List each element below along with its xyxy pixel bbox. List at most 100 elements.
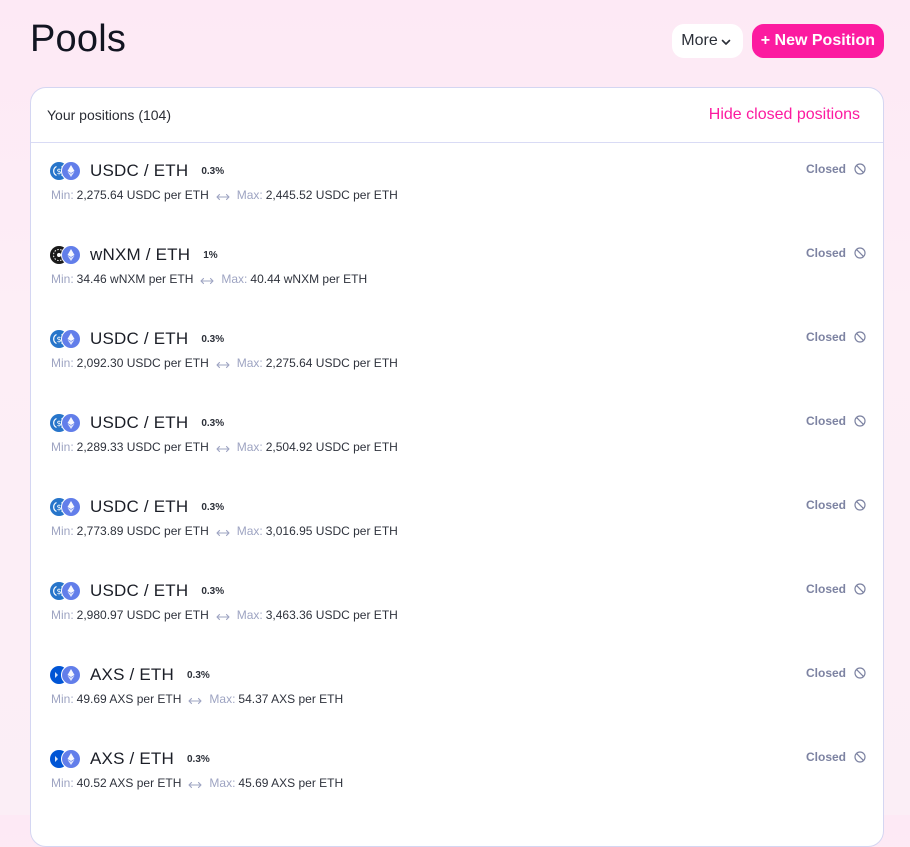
fee-tier: 0.3% xyxy=(201,417,225,429)
more-dropdown-button[interactable]: More xyxy=(672,24,743,58)
max-price: 2,445.52 USDC per ETH xyxy=(265,188,398,202)
eth-icon xyxy=(61,329,81,349)
status-badge: Closed xyxy=(806,162,866,176)
price-range: Min: 2,980.97 USDC per ETH Max: 3,463.36… xyxy=(50,608,867,622)
min-label: Min: xyxy=(51,692,74,706)
position-row[interactable]: $ USDC / ETH 0.3% Closed Min: 2,773.89 U… xyxy=(31,479,883,563)
closed-icon xyxy=(854,331,866,343)
position-row[interactable]: $ USDC / ETH 0.3% Closed Min: 2,275.64 U… xyxy=(31,143,883,227)
closed-icon xyxy=(854,751,866,763)
fee-tier: 0.3% xyxy=(201,333,225,345)
position-row[interactable]: wNXM / ETH 1% Closed Min: 34.46 wNXM per… xyxy=(31,227,883,311)
positions-card: Your positions (104) Hide closed positio… xyxy=(30,87,884,847)
max-label: Max: xyxy=(236,188,263,202)
token-pair-icons: $ xyxy=(50,413,81,433)
min-label: Min: xyxy=(51,440,74,454)
price-range: Min: 2,289.33 USDC per ETH Max: 2,504.92… xyxy=(50,440,867,454)
position-title: $ USDC / ETH 0.3% xyxy=(50,495,867,519)
position-title: AXS / ETH 0.3% xyxy=(50,663,867,687)
min-price: 2,980.97 USDC per ETH xyxy=(76,608,209,622)
min-price: 40.52 AXS per ETH xyxy=(76,776,182,790)
min-price: 2,092.30 USDC per ETH xyxy=(76,356,209,370)
status-label: Closed xyxy=(805,246,846,260)
eth-icon xyxy=(61,413,81,433)
max-label: Max: xyxy=(221,272,248,286)
max-price: 3,463.36 USDC per ETH xyxy=(265,608,398,622)
pair-name: USDC / ETH xyxy=(90,581,189,600)
position-title: $ USDC / ETH 0.3% xyxy=(50,411,867,435)
position-title: $ USDC / ETH 0.3% xyxy=(50,159,867,183)
eth-icon xyxy=(61,161,81,181)
max-price: 45.69 AXS per ETH xyxy=(238,776,344,790)
min-label: Min: xyxy=(51,272,74,286)
status-label: Closed xyxy=(805,666,846,680)
closed-icon xyxy=(854,667,866,679)
position-row[interactable]: $ USDC / ETH 0.3% Closed Min: 2,980.97 U… xyxy=(31,563,883,647)
pair-name: USDC / ETH xyxy=(90,497,189,516)
fee-tier: 0.3% xyxy=(201,585,225,597)
fee-tier: 1% xyxy=(203,249,218,261)
eth-icon xyxy=(61,245,81,265)
position-row[interactable]: AXS / ETH 0.3% Closed Min: 49.69 AXS per… xyxy=(31,647,883,731)
max-price: 2,504.92 USDC per ETH xyxy=(265,440,398,454)
position-row[interactable]: $ USDC / ETH 0.3% Closed Min: 2,092.30 U… xyxy=(31,311,883,395)
fee-tier: 0.3% xyxy=(187,753,210,765)
position-row[interactable]: AXS / ETH 0.3% Closed Min: 40.52 AXS per… xyxy=(31,731,883,815)
pair-name: USDC / ETH xyxy=(90,329,189,348)
double-arrow-icon xyxy=(188,778,202,789)
status-badge: Closed xyxy=(806,330,866,344)
max-label: Max: xyxy=(209,776,236,790)
min-price: 2,289.33 USDC per ETH xyxy=(76,440,209,454)
min-label: Min: xyxy=(51,608,74,622)
top-actions: More + New Position xyxy=(672,24,884,58)
hide-closed-positions-link[interactable]: Hide closed positions xyxy=(709,106,860,124)
eth-icon xyxy=(61,581,81,601)
price-range: Min: 34.46 wNXM per ETH Max: 40.44 wNXM … xyxy=(50,272,867,286)
min-price: 49.69 AXS per ETH xyxy=(76,692,182,706)
token-pair-icons xyxy=(50,245,81,265)
pair-name: AXS / ETH xyxy=(90,665,174,684)
token-pair-icons: $ xyxy=(50,497,81,517)
max-label: Max: xyxy=(236,440,263,454)
token-pair-icons: $ xyxy=(50,581,81,601)
status-label: Closed xyxy=(805,498,846,512)
closed-icon xyxy=(854,415,866,427)
min-label: Min: xyxy=(51,776,74,790)
status-badge: Closed xyxy=(806,666,866,680)
price-range: Min: 40.52 AXS per ETH Max: 45.69 AXS pe… xyxy=(50,776,867,790)
eth-icon xyxy=(61,665,81,685)
double-arrow-icon xyxy=(216,358,230,369)
min-price: 2,275.64 USDC per ETH xyxy=(76,188,209,202)
page-title: Pools xyxy=(30,18,127,60)
new-position-button[interactable]: + New Position xyxy=(751,24,884,58)
double-arrow-icon xyxy=(200,274,214,285)
max-label: Max: xyxy=(236,524,263,538)
position-row[interactable]: $ USDC / ETH 0.3% Closed Min: 2,289.33 U… xyxy=(31,395,883,479)
price-range: Min: 2,275.64 USDC per ETH Max: 2,445.52… xyxy=(50,188,867,202)
min-label: Min: xyxy=(51,356,74,370)
status-label: Closed xyxy=(805,582,846,596)
positions-list: $ USDC / ETH 0.3% Closed Min: 2,275.64 U… xyxy=(31,143,883,815)
closed-icon xyxy=(854,499,866,511)
token-pair-icons: $ xyxy=(50,329,81,349)
positions-header: Your positions (104) Hide closed positio… xyxy=(31,88,883,143)
token-pair-icons: $ xyxy=(50,161,81,181)
status-label: Closed xyxy=(805,162,846,176)
min-price: 2,773.89 USDC per ETH xyxy=(76,524,209,538)
pair-name: wNXM / ETH xyxy=(90,245,191,264)
position-title: $ USDC / ETH 0.3% xyxy=(50,327,867,351)
status-label: Closed xyxy=(805,750,846,764)
fee-tier: 0.3% xyxy=(187,669,210,681)
fee-tier: 0.3% xyxy=(201,501,225,513)
more-label: More xyxy=(681,32,718,49)
price-range: Min: 2,773.89 USDC per ETH Max: 3,016.95… xyxy=(50,524,867,538)
price-range: Min: 2,092.30 USDC per ETH Max: 2,275.64… xyxy=(50,356,867,370)
min-label: Min: xyxy=(51,524,74,538)
closed-icon xyxy=(854,583,866,595)
positions-count: Your positions (104) xyxy=(47,107,172,123)
closed-icon xyxy=(854,163,866,175)
max-label: Max: xyxy=(236,356,263,370)
chevron-down-icon xyxy=(721,39,731,45)
position-title: $ USDC / ETH 0.3% xyxy=(50,579,867,603)
price-range: Min: 49.69 AXS per ETH Max: 54.37 AXS pe… xyxy=(50,692,867,706)
